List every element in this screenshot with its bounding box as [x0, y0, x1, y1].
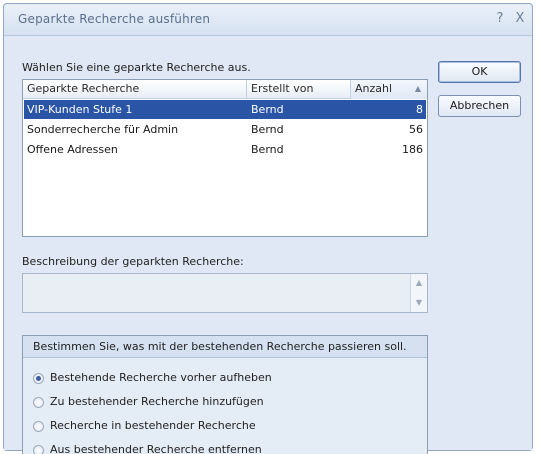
list-header: Geparkte Recherche Erstellt von Anzahl ▲ [23, 80, 427, 99]
cell-author: Bernd [251, 143, 284, 156]
column-header-count-label: Anzahl [355, 82, 393, 95]
list-prompt-label: Wählen Sie eine geparkte Recherche aus. [22, 61, 251, 74]
sort-ascending-icon: ▲ [414, 84, 421, 93]
radio-button[interactable] [33, 373, 44, 384]
window-title: Geparkte Recherche ausführen [18, 12, 211, 26]
radio-label: Recherche in bestehender Recherche [50, 419, 256, 432]
description-label: Beschreibung der geparkten Recherche: [22, 255, 244, 268]
help-icon[interactable]: ? [492, 11, 508, 27]
radio-label: Zu bestehender Recherche hinzufügen [50, 395, 264, 408]
cell-name: Sonderrecherche für Admin [27, 123, 179, 136]
title-bar[interactable]: Geparkte Recherche ausführen ? X [4, 4, 532, 36]
radio-button[interactable] [33, 445, 44, 454]
action-group-title: Bestimmen Sie, was mit der bestehenden R… [23, 336, 427, 358]
radio-button[interactable] [33, 397, 44, 408]
list-row[interactable]: VIP-Kunden Stufe 1 Bernd 8 [24, 100, 426, 119]
column-header-name-label: Geparkte Recherche [27, 82, 140, 95]
list-row[interactable]: Offene Adressen Bernd 186 [24, 140, 426, 159]
ok-button[interactable]: OK [438, 61, 521, 83]
cell-count: 186 [402, 143, 423, 156]
cancel-button[interactable]: Abbrechen [438, 95, 521, 117]
column-header-author[interactable]: Erstellt von [247, 80, 351, 99]
dialog-client-area: Wählen Sie eine geparkte Recherche aus. … [4, 37, 532, 454]
scroll-up-icon[interactable]: ▲ [411, 278, 427, 287]
list-row[interactable]: Sonderrecherche für Admin Bernd 56 [24, 120, 426, 139]
column-header-name[interactable]: Geparkte Recherche [23, 80, 247, 99]
description-scrollbar[interactable]: ▲ ▼ [410, 274, 427, 312]
column-header-count[interactable]: Anzahl ▲ [351, 80, 427, 99]
action-group: Bestimmen Sie, was mit der bestehenden R… [22, 335, 428, 454]
dialog-window: Geparkte Recherche ausführen ? X Wählen … [3, 3, 533, 454]
cell-count: 56 [409, 123, 423, 136]
column-header-author-label: Erstellt von [251, 82, 314, 95]
parked-search-list[interactable]: Geparkte Recherche Erstellt von Anzahl ▲… [22, 79, 428, 237]
cell-author: Bernd [251, 103, 284, 116]
cell-author: Bernd [251, 123, 284, 136]
radio-button[interactable] [33, 421, 44, 432]
cell-name: VIP-Kunden Stufe 1 [27, 103, 133, 116]
radio-label: Bestehende Recherche vorher aufheben [50, 371, 272, 384]
cell-name: Offene Adressen [27, 143, 118, 156]
scroll-down-icon[interactable]: ▼ [411, 298, 427, 307]
radio-label: Aus bestehender Recherche entfernen [50, 443, 262, 454]
cell-count: 8 [416, 103, 423, 116]
description-textarea[interactable]: ▲ ▼ [22, 273, 428, 313]
close-icon[interactable]: X [512, 11, 528, 27]
